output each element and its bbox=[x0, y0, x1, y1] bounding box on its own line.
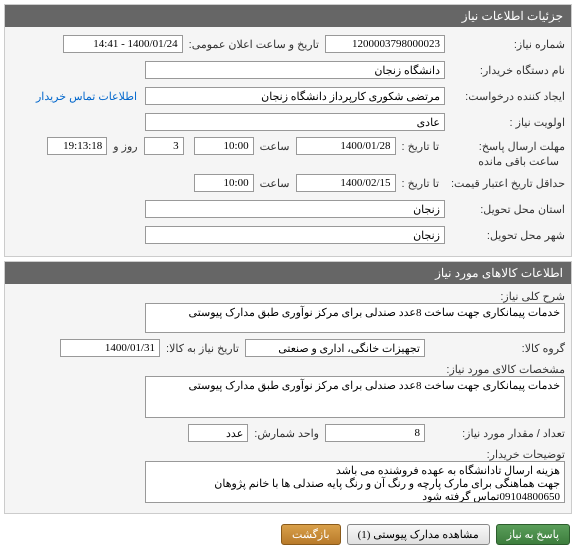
goods-date-input[interactable] bbox=[60, 339, 160, 357]
city-label: شهر محل تحویل: bbox=[445, 229, 565, 242]
view-attachments-button[interactable]: مشاهده مدارک پیوستی (1) bbox=[347, 524, 490, 545]
req-no-input[interactable] bbox=[325, 35, 445, 53]
desc-textarea[interactable] bbox=[145, 303, 565, 333]
requester-input[interactable] bbox=[145, 87, 445, 105]
notes-textarea[interactable] bbox=[145, 461, 565, 503]
desc-label: شرح کلی نیاز: bbox=[425, 290, 565, 303]
unit-label: واحد شمارش: bbox=[248, 427, 325, 440]
validity-label: حداقل تاریخ اعتبار قیمت: bbox=[445, 177, 565, 190]
spec-label: مشخصات کالای مورد نیاز: bbox=[425, 363, 565, 376]
panel2-header: اطلاعات کالاهای مورد نیاز bbox=[5, 262, 571, 284]
validity-time-input[interactable] bbox=[194, 174, 254, 192]
need-details-panel: جزئیات اطلاعات نیاز شماره نیاز: تاریخ و … bbox=[4, 4, 572, 257]
deadline-time-label: ساعت bbox=[254, 140, 296, 153]
priority-input[interactable] bbox=[145, 113, 445, 131]
deadline-date-input[interactable] bbox=[296, 137, 396, 155]
remaining-days-input[interactable] bbox=[144, 137, 184, 155]
remaining-suffix: ساعت باقی مانده bbox=[472, 155, 565, 168]
buyer-input[interactable] bbox=[145, 61, 445, 79]
city-input[interactable] bbox=[145, 226, 445, 244]
goods-info-panel: اطلاعات کالاهای مورد نیاز شرح کلی نیاز: … bbox=[4, 261, 572, 514]
validity-until-label: تا تاریخ : bbox=[396, 177, 445, 190]
public-date-label: تاریخ و ساعت اعلان عمومی: bbox=[183, 38, 325, 51]
until-label: تا تاریخ : bbox=[396, 140, 445, 153]
qty-label: تعداد / مقدار مورد نیاز: bbox=[425, 427, 565, 440]
province-label: استان محل تحویل: bbox=[445, 203, 565, 216]
buyer-contact-link[interactable]: اطلاعات تماس خریدار bbox=[36, 90, 145, 103]
validity-time-label: ساعت bbox=[254, 177, 296, 190]
qty-input[interactable] bbox=[325, 424, 425, 442]
group-input[interactable] bbox=[245, 339, 425, 357]
spec-textarea[interactable] bbox=[145, 376, 565, 418]
province-input[interactable] bbox=[145, 200, 445, 218]
back-button[interactable]: بازگشت bbox=[281, 524, 341, 545]
deadline-label: مهلت ارسال پاسخ: bbox=[445, 140, 565, 153]
panel1-header: جزئیات اطلاعات نیاز bbox=[5, 5, 571, 27]
respond-button[interactable]: پاسخ به نیاز bbox=[496, 524, 570, 545]
unit-input[interactable] bbox=[188, 424, 248, 442]
public-date-input[interactable] bbox=[63, 35, 183, 53]
button-bar: پاسخ به نیاز مشاهده مدارک پیوستی (1) باز… bbox=[0, 518, 576, 551]
requester-label: ایجاد کننده درخواست: bbox=[445, 90, 565, 103]
validity-date-input[interactable] bbox=[296, 174, 396, 192]
notes-label: توضیحات خریدار: bbox=[425, 448, 565, 461]
group-label: گروه کالا: bbox=[425, 342, 565, 355]
goods-date-label: تاریخ نیاز به کالا: bbox=[160, 342, 245, 355]
remaining-time-input[interactable] bbox=[47, 137, 107, 155]
buyer-label: نام دستگاه خریدار: bbox=[445, 64, 565, 77]
priority-label: اولویت نیاز : bbox=[445, 116, 565, 129]
req-no-label: شماره نیاز: bbox=[445, 38, 565, 51]
deadline-time-input[interactable] bbox=[194, 137, 254, 155]
days-label: روز و bbox=[107, 140, 143, 153]
